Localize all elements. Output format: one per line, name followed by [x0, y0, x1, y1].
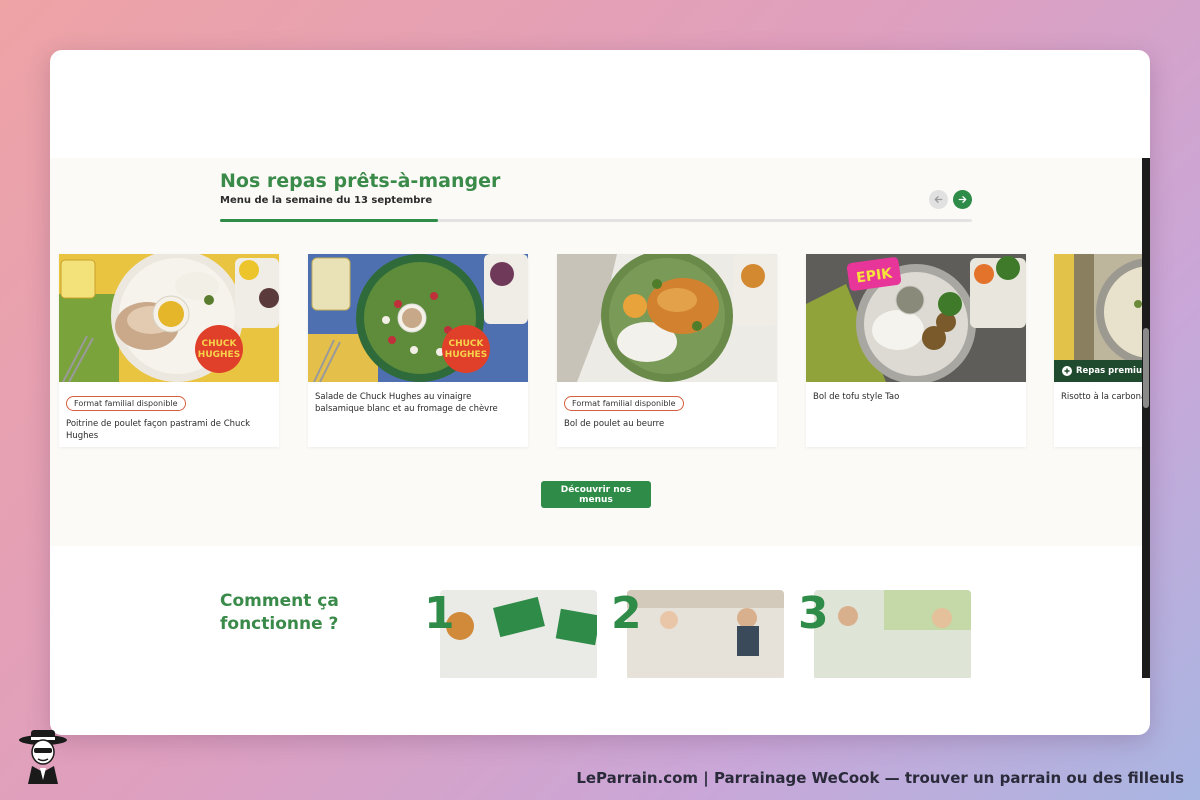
footer-caption: LeParrain.com | Parrainage WeCook — trou… [576, 769, 1184, 787]
meals-section: Nos repas prêts-à-manger Menu de la sema… [50, 158, 1150, 546]
meal-name: Poitrine de poulet façon pastrami de Chu… [66, 419, 251, 441]
family-format-badge: Format familial disponible [564, 396, 684, 411]
meal-name: Bol de poulet au beurre [564, 419, 665, 429]
svg-text:CHUCK: CHUCK [201, 339, 237, 349]
leparrain-mascot-logo [18, 728, 68, 784]
section-title: Nos repas prêts-à-manger [220, 170, 501, 192]
chuck-hughes-logo: CHUCK HUGHES [195, 325, 243, 373]
svg-text:CHUCK: CHUCK [448, 339, 484, 349]
svg-text:HUGHES: HUGHES [445, 350, 487, 360]
meal-card[interactable]: CHUCK HUGHES Format familial disponible … [59, 254, 279, 447]
step-number: 3 [798, 588, 829, 639]
step-number: 1 [424, 588, 455, 639]
premium-badge: Repas premium [1054, 360, 1150, 382]
step-3: 3 [798, 590, 974, 678]
meal-photo: Repas premium [1054, 254, 1150, 382]
meal-card[interactable]: Format familial disponible Bol de poulet… [557, 254, 777, 447]
step-2: 2 [611, 590, 787, 678]
scrollbar-thumb[interactable] [1143, 328, 1149, 408]
meal-name: Salade de Chuck Hughes au vinaigre balsa… [315, 392, 498, 414]
step-3-photo [814, 590, 971, 678]
carousel-prev-button[interactable] [929, 190, 948, 209]
step-2-photo [627, 590, 784, 678]
meal-card[interactable]: EPIK Bol de tofu style Tao [806, 254, 1026, 447]
premium-label: Repas premium [1076, 366, 1150, 376]
carousel-progress-track [220, 219, 972, 222]
page-viewport: Nos repas prêts-à-manger Menu de la sema… [50, 158, 1150, 678]
arrow-right-icon [958, 196, 967, 203]
browser-window: Nos repas prêts-à-manger Menu de la sema… [50, 50, 1150, 735]
meal-card[interactable]: CHUCK HUGHES Salade de Chuck Hughes au v… [308, 254, 528, 447]
meal-photo: CHUCK HUGHES [308, 254, 528, 382]
step-1-photo [440, 590, 597, 678]
page-scrollbar[interactable] [1142, 158, 1150, 678]
meal-name: Risotto à la carbona [1061, 392, 1147, 402]
discover-menus-button[interactable]: Découvrir nos menus [541, 481, 651, 508]
how-it-works-title: Comment ça fonctionne ? [220, 591, 339, 634]
plus-circle-icon [1062, 366, 1072, 376]
section-subtitle: Menu de la semaine du 13 septembre [220, 195, 433, 206]
step-1: 1 [424, 590, 600, 678]
svg-text:HUGHES: HUGHES [198, 350, 240, 360]
carousel-next-button[interactable] [953, 190, 972, 209]
meal-photo: EPIK [806, 254, 1026, 382]
carousel-progress-fill [220, 219, 439, 222]
meal-name: Bol de tofu style Tao [813, 392, 900, 402]
meal-photo [557, 254, 777, 382]
chuck-hughes-logo: CHUCK HUGHES [442, 325, 490, 373]
meal-card[interactable]: Repas premium Risotto à la carbona [1054, 254, 1150, 447]
arrow-left-icon [934, 196, 943, 203]
meal-photo: CHUCK HUGHES [59, 254, 279, 382]
family-format-badge: Format familial disponible [66, 396, 186, 411]
step-number: 2 [611, 588, 642, 639]
